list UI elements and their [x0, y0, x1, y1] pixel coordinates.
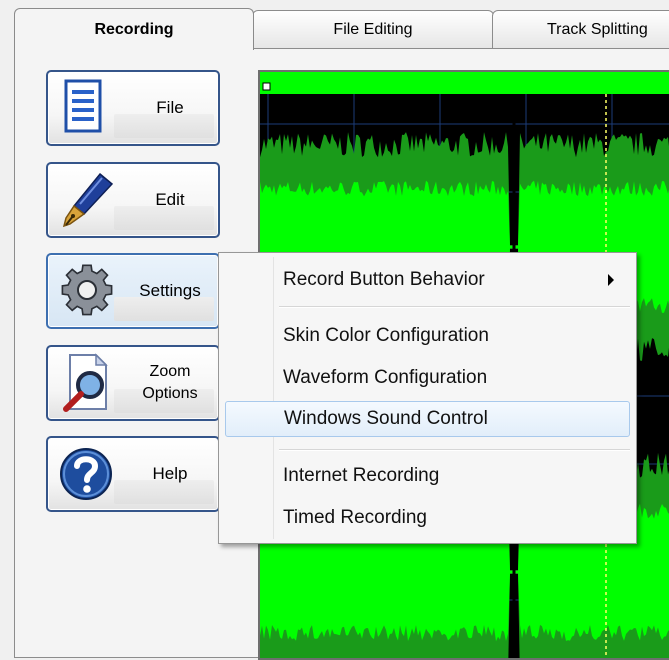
position-marker — [262, 82, 271, 91]
menu-item-internet-recording[interactable]: Internet Recording — [225, 458, 630, 494]
menu-item-record-button-behavior[interactable]: Record Button Behavior — [225, 262, 630, 298]
menu-item-windows-sound-control[interactable]: Windows Sound Control — [225, 401, 630, 437]
submenu-arrow-icon — [608, 274, 614, 286]
position-bar — [260, 72, 669, 94]
help-button[interactable]: Help — [46, 436, 220, 512]
menu-item-skin-color-configuration[interactable]: Skin Color Configuration — [225, 318, 630, 354]
menu-separator — [279, 306, 630, 308]
app-window: Recording File Editing Track Splitting F… — [0, 0, 669, 660]
help-button-label: Help — [152, 463, 188, 483]
document-icon — [64, 79, 102, 133]
settings-button[interactable]: Settings — [46, 253, 220, 329]
menu-separator — [279, 449, 630, 451]
question-mark-icon — [60, 448, 112, 500]
zoom-options-button-label: Zoom Options — [142, 363, 198, 402]
settings-button-label: Settings — [139, 280, 201, 300]
tab-recording[interactable]: Recording — [14, 8, 254, 50]
gear-icon — [61, 264, 113, 316]
tab-bar: Recording File Editing Track Splitting — [0, 0, 669, 50]
edit-button[interactable]: Edit — [46, 162, 220, 238]
zoom-options-button[interactable]: Zoom Options — [46, 345, 220, 421]
tab-track-splitting[interactable]: Track Splitting — [492, 10, 669, 48]
menu-item-timed-recording[interactable]: Timed Recording — [225, 500, 630, 536]
menu-icon-gutter — [273, 257, 274, 539]
file-button[interactable]: File — [46, 70, 220, 146]
file-button-label: File — [156, 97, 184, 117]
magnifier-document-icon — [63, 353, 108, 412]
menu-item-waveform-configuration[interactable]: Waveform Configuration — [225, 360, 630, 396]
edit-button-label: Edit — [155, 189, 185, 209]
tab-file-editing[interactable]: File Editing — [252, 10, 494, 48]
settings-context-menu: Record Button Behavior Skin Color Config… — [218, 252, 637, 544]
fountain-pen-icon — [62, 172, 114, 228]
